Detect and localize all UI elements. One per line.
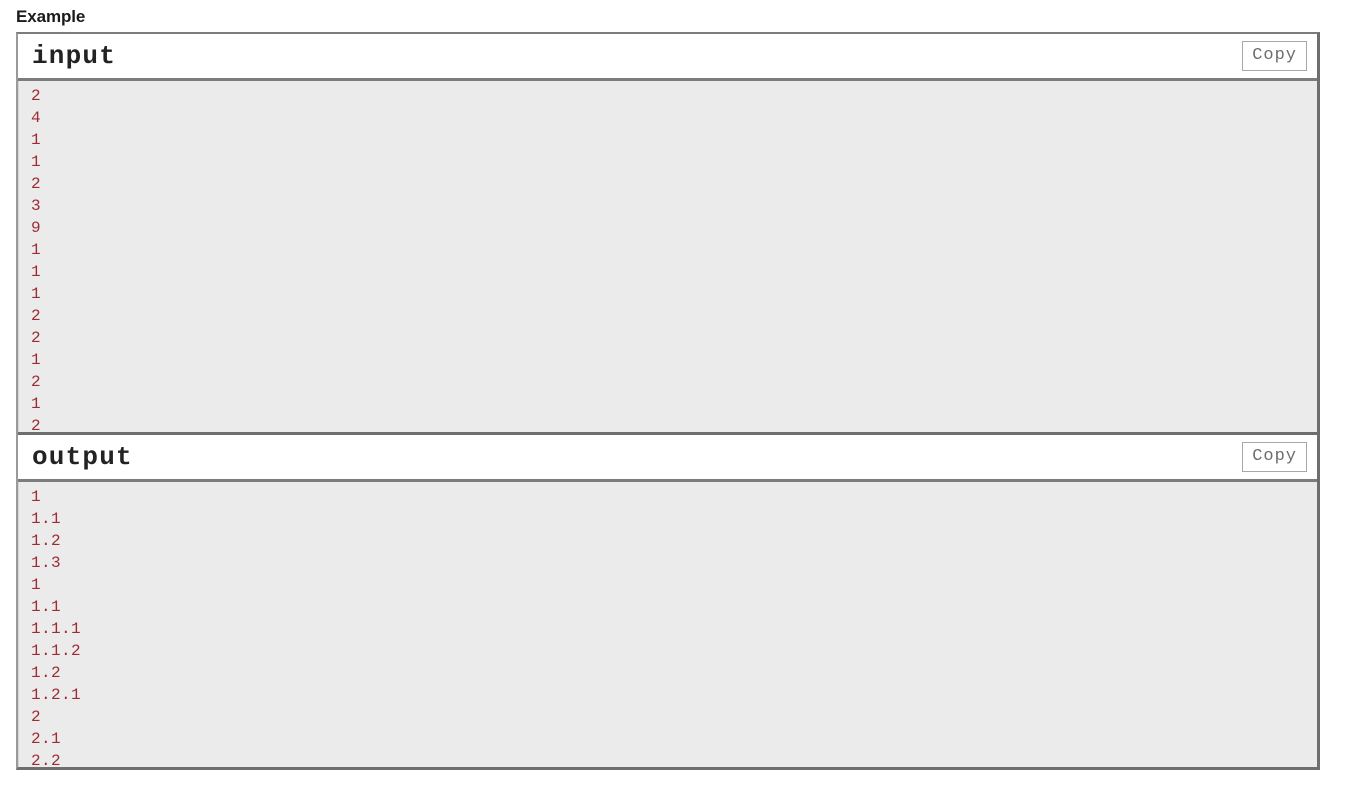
input-data-pane[interactable]: 2 4 1 1 2 3 9 1 1 1 2 2 1 2 1 2 [18, 81, 1317, 432]
data-line: 2 [31, 373, 42, 391]
data-line: 2.2 [31, 752, 62, 767]
sample-tests-container: input Copy 2411239111221212 output Copy … [16, 32, 1320, 770]
data-line: 1 [31, 153, 42, 171]
data-line: 1 [31, 488, 42, 506]
input-title: input [32, 41, 117, 71]
data-line: 1 [31, 285, 42, 303]
data-line: 1 [31, 351, 42, 369]
data-line: 1 [31, 263, 42, 281]
data-line: 1 [31, 576, 42, 594]
example-test-page: Example input Copy 2 4 1 1 2 3 9 1 1 1 2 2 1 2 1 2 outp… [0, 0, 1346, 808]
data-line: 1.3 [31, 554, 62, 572]
data-line: 4 [31, 109, 42, 127]
copy-output-button[interactable]: Copy [1242, 442, 1307, 472]
data-line: 1.1 [31, 510, 62, 528]
data-line: 2 [31, 329, 42, 347]
output-title: output [32, 442, 133, 472]
page-title: Example [16, 7, 86, 26]
data-line: 9 [31, 219, 42, 237]
data-line: 1 [31, 131, 42, 149]
data-line: 2 [31, 87, 42, 105]
data-line: 2 [31, 175, 42, 193]
copy-input-button[interactable]: Copy [1242, 41, 1307, 71]
data-line: 1.1 [31, 598, 62, 616]
data-line: 2 [31, 417, 42, 432]
data-line: 1.2 [31, 532, 62, 550]
output-header: output Copy [18, 432, 1317, 482]
data-line: 1 [31, 241, 42, 259]
data-line: 2 [31, 708, 42, 726]
data-line: 2 [31, 307, 42, 325]
input-header: input Copy [18, 34, 1317, 81]
data-line: 1 [31, 395, 42, 413]
output-data-pane[interactable]: 1 1.1 1.2 1.3 1 1.1 1.1.1 1.1.2 1.2 1.2.1 2 2.1 2.2 [18, 482, 1317, 767]
data-line: 2.1 [31, 730, 62, 748]
data-line: 1.1.1 [31, 620, 82, 638]
data-line: 1.2.1 [31, 686, 82, 704]
data-line: 3 [31, 197, 42, 215]
data-line: 1.1.2 [31, 642, 82, 660]
data-line: 1.2 [31, 664, 62, 682]
